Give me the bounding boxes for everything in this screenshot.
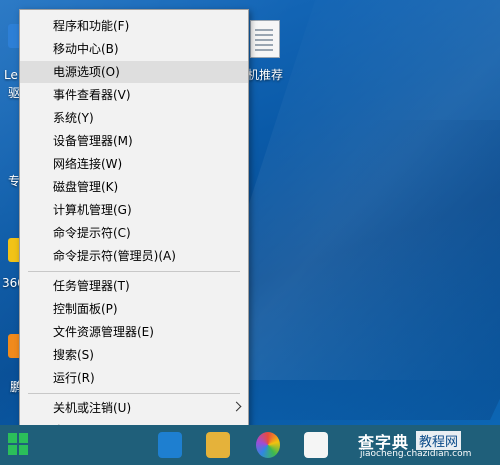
windows-logo-icon <box>8 445 17 455</box>
paint-icon[interactable] <box>304 432 328 458</box>
menu-item-disk-management[interactable]: 磁盘管理(K) <box>20 176 248 198</box>
menu-item-run[interactable]: 运行(R) <box>20 367 248 389</box>
menu-item-power-options[interactable]: 电源选项(O) <box>20 61 248 83</box>
document-icon[interactable] <box>250 20 280 58</box>
menu-item-system[interactable]: 系统(Y) <box>20 107 248 129</box>
edge-browser-icon[interactable] <box>158 432 182 458</box>
start-button[interactable] <box>8 433 28 455</box>
menu-item-mobility-center[interactable]: 移动中心(B) <box>20 38 248 60</box>
windows-logo-icon <box>8 433 17 443</box>
windows-logo-icon <box>19 445 28 455</box>
menu-item-programs-features[interactable]: 程序和功能(F) <box>20 15 248 37</box>
menu-item-command-prompt[interactable]: 命令提示符(C) <box>20 222 248 244</box>
menu-item-computer-management[interactable]: 计算机管理(G) <box>20 199 248 221</box>
chevron-right-icon <box>231 401 242 412</box>
windows-logo-icon <box>19 433 28 443</box>
menu-separator <box>28 271 240 272</box>
watermark-subtitle: 教程网 <box>416 431 462 450</box>
photos-app-icon[interactable] <box>256 432 280 458</box>
menu-item-task-manager[interactable]: 任务管理器(T) <box>20 275 248 297</box>
site-watermark: 查字典 教程网 jiaocheng.chazidian.com <box>354 427 494 463</box>
menu-item-search[interactable]: 搜索(S) <box>20 344 248 366</box>
desktop-doc-label[interactable]: 机推荐 <box>247 66 283 83</box>
menu-item-device-manager[interactable]: 设备管理器(M) <box>20 130 248 152</box>
menu-item-shutdown-signout[interactable]: 关机或注销(U) <box>20 397 248 419</box>
menu-item-command-prompt-admin[interactable]: 命令提示符(管理员)(A) <box>20 245 248 267</box>
menu-item-event-viewer[interactable]: 事件查看器(V) <box>20 84 248 106</box>
menu-item-network-connections[interactable]: 网络连接(W) <box>20 153 248 175</box>
desktop-icon-label[interactable]: Le <box>4 68 18 82</box>
winx-context-menu: 程序和功能(F) 移动中心(B) 电源选项(O) 事件查看器(V) 系统(Y) … <box>19 9 249 445</box>
menu-item-control-panel[interactable]: 控制面板(P) <box>20 298 248 320</box>
menu-item-file-explorer[interactable]: 文件资源管理器(E) <box>20 321 248 343</box>
watermark-url: jiaocheng.chazidian.com <box>360 449 472 459</box>
menu-separator <box>28 393 240 394</box>
menu-item-label: 关机或注销(U) <box>53 401 132 415</box>
taskbar: 查字典 教程网 jiaocheng.chazidian.com <box>0 425 500 465</box>
file-explorer-icon[interactable] <box>206 432 230 458</box>
